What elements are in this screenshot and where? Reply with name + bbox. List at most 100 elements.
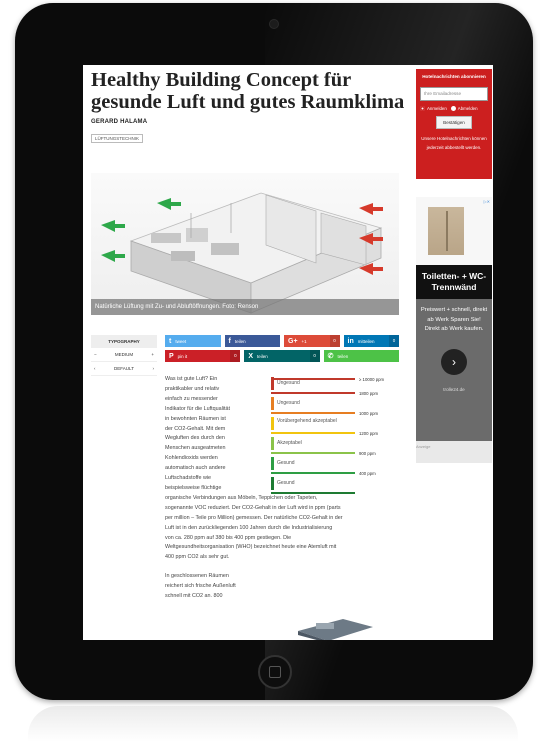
product-thumbnail xyxy=(298,619,373,640)
body-line: reichert sich frische Außenluft xyxy=(165,583,236,590)
radio-icon xyxy=(450,106,456,112)
subscription-options: Anmelden Abmelden xyxy=(420,106,488,112)
font-family-label: DEFAULT xyxy=(114,366,134,371)
gplus-icon: G+ xyxy=(288,337,298,345)
toilet-partition-divider xyxy=(446,211,448,251)
radio-selected-icon xyxy=(420,106,425,112)
body-line: automatisch auch andere xyxy=(165,465,226,472)
body-line: Kohlendioxids werden xyxy=(165,455,218,462)
ppm-label: 400 ppm xyxy=(359,471,376,476)
facebook-icon: f xyxy=(228,337,231,345)
co2-scale-lines xyxy=(271,378,355,494)
body-line: In geschlossenen Räumen xyxy=(165,573,229,580)
facebook-label: teilen xyxy=(234,338,246,344)
home-square-icon xyxy=(269,666,281,678)
advertisement[interactable]: ▷✕ Toiletten- + WC-Trennwänd Preiswert +… xyxy=(416,197,492,463)
twitter-label: tweet xyxy=(175,338,187,344)
font-size-label: MEDIUM xyxy=(114,352,134,357)
newsletter-title: Hotelnachrichten abonnieren xyxy=(422,74,486,79)
body-line: einfach zu messender xyxy=(165,395,218,402)
font-size-row: − MEDIUM + xyxy=(91,348,157,362)
article-header: Healthy Building Concept für gesunde Luf… xyxy=(91,69,406,145)
newsletter-box: Hotelnachrichten abonnieren Ihre Emailad… xyxy=(416,69,492,179)
unsubscribe-radio[interactable]: Abmelden xyxy=(450,106,478,112)
whatsapp-share-button[interactable]: ✆ teilen xyxy=(323,350,399,362)
font-size-decrease-button[interactable]: − xyxy=(94,352,97,357)
twitter-share-button[interactable]: t tweet xyxy=(165,335,221,347)
share-row-2: P pin it 0 X teilen 0 ✆ teilen xyxy=(165,350,399,362)
subscribe-radio-label: Anmelden xyxy=(427,106,447,111)
co2-scale-graphic: Ungesund Ungesund Vorübergehend akzeptab… xyxy=(271,377,399,507)
pinterest-count: 0 xyxy=(230,350,241,362)
ad-title: Toiletten- + WC-Trennwänd xyxy=(416,265,492,299)
share-row-1: t tweet f teilen G+ +1 0 in mitteilen 0 xyxy=(165,335,399,347)
linkedin-label: mitteilen xyxy=(357,338,375,344)
body-line: von ca. 280 ppm auf 380 bis 400 ppm gest… xyxy=(165,534,292,541)
font-prev-button[interactable]: ‹ xyxy=(94,366,96,371)
body-line: in bewohnten Räumen ist xyxy=(165,415,226,422)
gplus-label: +1 xyxy=(301,338,307,344)
body-line: Weltgesundheitsorganisation (WHO) bezeic… xyxy=(165,544,337,551)
ad-arrow-button[interactable]: › xyxy=(441,348,467,375)
article-author[interactable]: GERARD HALAMA xyxy=(91,119,406,125)
ppm-label: 1000 ppm xyxy=(359,411,379,416)
tablet-frame: Healthy Building Concept für gesunde Luf… xyxy=(15,3,533,700)
typography-header: TYPOGRAPHY xyxy=(91,335,157,348)
linkedin-icon: in xyxy=(347,337,354,345)
second-paragraph: In geschlossenen Räumen reichert sich fr… xyxy=(165,572,260,602)
xing-count: 0 xyxy=(309,350,320,362)
body-line: Wegluften des durch den xyxy=(165,435,225,442)
confirm-button[interactable]: Bestätigen xyxy=(436,116,472,130)
body-line: Luft ist in den zurückliegenden 100 Jahr… xyxy=(165,524,333,531)
body-line: per million – Teile pro Million) gemesse… xyxy=(165,514,343,521)
tablet-reflection xyxy=(28,706,518,742)
ppm-label: ≥ 10000 ppm xyxy=(359,377,385,382)
font-next-button[interactable]: › xyxy=(152,366,154,371)
whatsapp-label: teilen xyxy=(337,353,349,359)
image-caption: Natürliche Lüftung mit Zu- und Abluftöff… xyxy=(91,299,399,315)
pinterest-share-button[interactable]: P pin it 0 xyxy=(165,350,241,362)
article-hero-image: Natürliche Lüftung mit Zu- und Abluftöff… xyxy=(91,173,399,315)
sidebar: Hotelnachrichten abonnieren Ihre Emailad… xyxy=(416,69,492,463)
body-line: Menschen ausgeatmeten xyxy=(165,445,226,452)
body-line: 400 ppm CO2 als sehr gut. xyxy=(165,554,230,561)
ad-text: Preiswert + schnell, direkt ab Werk Spar… xyxy=(420,307,488,332)
ppm-label: 1200 ppm xyxy=(359,431,379,436)
unsubscribe-radio-label: Abmelden xyxy=(457,106,478,111)
tablet-screen: Healthy Building Concept für gesunde Luf… xyxy=(83,65,493,640)
facebook-share-button[interactable]: f teilen xyxy=(224,335,280,347)
article-title: Healthy Building Concept für gesunde Luf… xyxy=(91,69,405,113)
pinterest-label: pin it xyxy=(177,353,188,359)
linkedin-share-button[interactable]: in mitteilen 0 xyxy=(343,335,399,347)
font-size-increase-button[interactable]: + xyxy=(151,352,154,357)
adchoices-icon[interactable]: ▷✕ xyxy=(484,199,490,204)
gplus-share-button[interactable]: G+ +1 0 xyxy=(284,335,340,347)
share-bar: t tweet f teilen G+ +1 0 in mitteilen 0 xyxy=(165,335,399,365)
building-ventilation-illustration xyxy=(101,192,383,314)
xing-icon: X xyxy=(248,352,253,360)
body-line: Was ist gute Luft? Ein xyxy=(165,376,218,382)
gplus-count: 0 xyxy=(329,335,340,347)
ad-url: trolle24.de xyxy=(443,386,465,392)
twitter-icon: t xyxy=(169,337,172,345)
body-line: schnell mit CO2 an. 800 xyxy=(165,593,223,600)
home-button[interactable] xyxy=(258,655,292,689)
body-line: Indikator für die Luftqualität xyxy=(165,405,231,412)
newsletter-note: Unsere Hotelnachrichten können jederzeit… xyxy=(421,136,487,151)
pinterest-icon: P xyxy=(169,352,174,360)
body-line: Luftschadstoffe wie xyxy=(165,475,212,482)
email-input[interactable]: Ihre Emailadresse xyxy=(420,87,488,101)
ad-body: Preiswert + schnell, direkt ab Werk Spar… xyxy=(416,299,492,441)
xing-label: teilen xyxy=(257,353,268,359)
ppm-label: 900 ppm xyxy=(359,451,376,456)
whatsapp-icon: ✆ xyxy=(327,353,334,360)
linkedin-count: 0 xyxy=(389,335,399,347)
ad-label: Anzeige xyxy=(416,444,431,449)
ppm-label: 1800 ppm xyxy=(359,391,379,396)
body-line: der CO2-Gehalt. Mit dem xyxy=(165,425,226,432)
intro-column: Was ist gute Luft? Ein praktikabler und … xyxy=(165,375,260,494)
body-line: praktikabler und relativ xyxy=(165,385,220,392)
xing-share-button[interactable]: X teilen 0 xyxy=(244,350,320,362)
category-tag[interactable]: LÜFTUNGSTECHNIK xyxy=(91,134,144,143)
subscribe-radio[interactable]: Anmelden xyxy=(420,106,447,112)
